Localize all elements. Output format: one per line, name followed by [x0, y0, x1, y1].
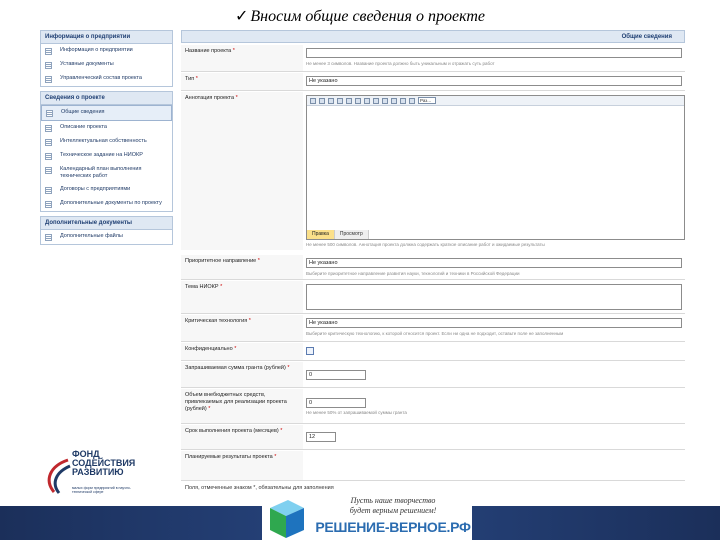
cut-icon[interactable] [310, 97, 316, 104]
footer-slogan: Пусть наше творчество будет верным решен… [349, 496, 437, 515]
spellcheck-icon[interactable] [337, 97, 343, 104]
document-icon [45, 187, 52, 194]
field-label: Объем внебюджетных средств, привлекаемых… [185, 392, 287, 412]
text-color-icon[interactable] [409, 97, 415, 104]
field-label: Конфиденциально * [185, 346, 237, 352]
sidebar-item-project-description[interactable]: Описание проекта [41, 121, 172, 135]
document-icon [45, 139, 52, 146]
document-icon [45, 167, 52, 174]
fund-logo-subtitle: малых форм предприятий в научно-техничес… [72, 486, 132, 494]
row-duration: Срок выполнения проекта (месяцев) * 12 [181, 425, 685, 450]
main-form: Общие сведения Название проекта * Не мен… [181, 30, 685, 500]
field-label: Название проекта * [185, 48, 235, 54]
bold-icon[interactable] [346, 97, 352, 104]
align-center-icon[interactable] [382, 97, 388, 104]
sidebar-item-calendar-plan[interactable]: Календарный план выполнения технических … [41, 163, 172, 183]
fund-logo-swoosh-icon [47, 458, 71, 494]
row-project-name: Название проекта * Не менее 3 символов. … [181, 45, 685, 72]
sidebar: Информация о предприятии Информация о пр… [40, 30, 173, 350]
sidebar-section-additional: Дополнительные документы Дополнительные … [40, 216, 173, 245]
confidential-checkbox[interactable] [306, 347, 314, 355]
footer-site-name: РЕШЕНИЕ-ВЕРНОЕ.РФ [315, 519, 471, 535]
sidebar-section-title: Дополнительные документы [41, 217, 172, 230]
row-priority: Приоритетное направление * Не указано Вы… [181, 255, 685, 280]
critical-tech-select[interactable]: Не указано [306, 318, 682, 328]
sidebar-item-company-info[interactable]: Информация о предприятии [41, 44, 172, 58]
undo-icon[interactable] [319, 97, 325, 104]
document-icon [45, 62, 52, 69]
theme-textarea[interactable] [306, 284, 682, 310]
field-label: Критическая технология * [185, 318, 251, 324]
fund-logo-text: ФОНД СОДЕЙСТВИЯ РАЗВИТИЮ [72, 449, 136, 477]
sidebar-item-charter-docs[interactable]: Уставные документы [41, 58, 172, 72]
align-left-icon[interactable] [373, 97, 379, 104]
sidebar-item-technical-task[interactable]: Техническое задание на НИОКР [41, 149, 172, 163]
row-theme: Тема НИОКР * [181, 281, 685, 314]
priority-select[interactable]: Не указано [306, 258, 682, 268]
format-select[interactable]: Раз... [418, 97, 436, 104]
field-label: Тип * [185, 76, 198, 82]
row-budget: Запрашиваемая сумма гранта (рублей) * 0 [181, 362, 685, 388]
slide-title-text: Вносим общие сведения о проекте [250, 8, 485, 25]
field-label: Аннотация проекта * [185, 95, 238, 101]
row-critical-tech: Критическая технология * Не указано Выбе… [181, 315, 685, 342]
document-icon [45, 125, 52, 132]
field-label: Приоритетное направление * [185, 258, 260, 264]
duration-input[interactable]: 12 [306, 432, 336, 442]
cube-logo-icon [270, 500, 304, 538]
field-hint: Не менее 3 символов. Название проекта до… [306, 61, 495, 66]
field-label: Планируемые результаты проекта * [185, 454, 277, 460]
italic-icon[interactable] [355, 97, 361, 104]
sidebar-item-additional-project-docs[interactable]: Дополнительные документы по проекту [41, 197, 172, 211]
sidebar-item-general-info[interactable]: Общие сведения [41, 105, 172, 121]
slide-title: ✓ Вносим общие сведения о проекте [0, 6, 720, 26]
sidebar-section-project: Сведения о проекте Общие сведения Описан… [40, 91, 173, 212]
tab-edit[interactable]: Правка [307, 230, 335, 239]
document-icon [45, 76, 52, 83]
document-icon [45, 201, 52, 208]
sidebar-item-intellectual-property[interactable]: Интеллектуальная собственность [41, 135, 172, 149]
editor-toolbar: Раз... [307, 96, 684, 106]
document-icon [46, 110, 53, 117]
field-hint: Выберите приоритетное направление развит… [306, 271, 520, 276]
field-hint: Не менее 50% от запрашиваемой суммы гран… [306, 410, 407, 415]
checkmark-icon: ✓ [235, 8, 249, 25]
sidebar-section-company: Информация о предприятии Информация о пр… [40, 30, 173, 87]
fund-logo: ФОНД СОДЕЙСТВИЯ РАЗВИТИЮ малых форм пред… [42, 448, 142, 500]
annotation-editor[interactable]: Раз... Правка Просмотр [306, 95, 685, 240]
type-select[interactable]: Не указано [306, 76, 682, 86]
row-type: Тип * Не указано [181, 73, 685, 91]
document-icon [45, 234, 52, 241]
sidebar-item-additional-files[interactable]: Дополнительные файлы [41, 230, 172, 244]
field-hint: Выберите критическую технологию, к котор… [306, 331, 564, 336]
tab-preview[interactable]: Просмотр [334, 230, 369, 239]
field-label: Запрашиваемая сумма гранта (рублей) * [185, 365, 290, 371]
editor-tabs: Правка Просмотр [307, 230, 369, 239]
field-hint: Не менее 500 символов. Аннотация проекта… [306, 242, 545, 247]
field-label: Тема НИОКР * [185, 284, 223, 290]
required-note: Поля, отмеченные знаком *, обязательны д… [185, 485, 334, 491]
sidebar-section-title: Сведения о проекте [41, 92, 172, 105]
sidebar-section-title: Информация о предприятии [41, 31, 172, 44]
document-icon [45, 48, 52, 55]
redo-icon[interactable] [328, 97, 334, 104]
budget-input[interactable]: 0 [306, 370, 366, 380]
align-justify-icon[interactable] [400, 97, 406, 104]
field-label: Срок выполнения проекта (месяцев) * [185, 428, 283, 434]
row-own-funds: Объем внебюджетных средств, привлекаемых… [181, 389, 685, 424]
footer-brand: Пусть наше творчество будет верным решен… [262, 492, 472, 540]
document-icon [45, 153, 52, 160]
app-screenshot: Информация о предприятии Информация о пр… [40, 30, 685, 500]
own-funds-input[interactable]: 0 [306, 398, 366, 408]
align-right-icon[interactable] [391, 97, 397, 104]
row-confidential: Конфиденциально * [181, 343, 685, 361]
form-header: Общие сведения [181, 30, 685, 43]
project-name-input[interactable] [306, 48, 682, 58]
row-results: Планируемые результаты проекта * [181, 451, 685, 481]
sidebar-item-management[interactable]: Управленческий состав проекта [41, 72, 172, 86]
sidebar-item-contracts[interactable]: Договоры с предприятиями [41, 183, 172, 197]
underline-icon[interactable] [364, 97, 370, 104]
